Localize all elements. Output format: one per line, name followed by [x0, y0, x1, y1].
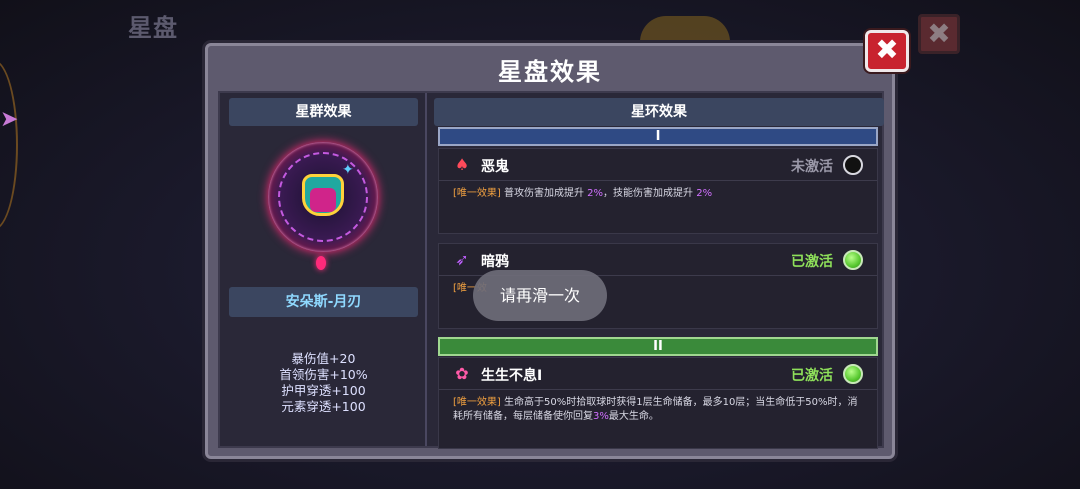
- effect-status: 已激活: [791, 254, 833, 270]
- tier-2-divider: II: [438, 337, 878, 356]
- emblem-gem: [310, 188, 336, 212]
- toast-message: 请再滑一次: [473, 270, 607, 321]
- unique-effect-tag: [唯一效果]: [453, 188, 501, 199]
- effect-card-header: ✿ 生生不息Ⅰ 已激活: [439, 358, 877, 390]
- effect-card-header: ♠ 恶鬼 未激活: [439, 149, 877, 181]
- inactive-status-icon: [843, 155, 863, 175]
- stat-element-penetration: 元素穿透+100: [281, 399, 366, 414]
- star-chart-emblem[interactable]: ✦: [264, 138, 384, 278]
- hero-name: 安朵斯-月刃: [229, 287, 418, 317]
- effect-status: 已激活: [791, 368, 833, 384]
- background-orbit-decoration: [0, 60, 18, 230]
- effect-description: [唯一效果] 生命高于50%时拾取球时获得1层生命储备，最多10层；当生命低于5…: [453, 396, 867, 424]
- crow-icon: ➶: [455, 250, 469, 269]
- side-arrow-icon[interactable]: ➤: [0, 100, 18, 140]
- effect-description: [唯一效果] 普攻伤害加成提升 2%，技能伤害加成提升 2%: [453, 187, 867, 201]
- background-sun-decoration: [640, 16, 730, 42]
- unique-effect-tag: [唯一效果]: [453, 397, 501, 408]
- dialog-title: 星盘效果: [498, 58, 602, 86]
- background-page-title: 星盘: [128, 14, 178, 42]
- emblem-pendant: [316, 256, 326, 270]
- effect-name: 生生不息Ⅰ: [481, 368, 543, 384]
- constellation-panel: 星群效果 ✦ 安朵斯-月刃 暴伤值+20 首领伤害+10% 护甲穿透+100 元…: [220, 93, 427, 446]
- constellation-effects-header: 星群效果: [229, 98, 418, 126]
- effect-text: ，技能伤害加成提升: [603, 188, 697, 199]
- active-status-icon: [843, 250, 863, 270]
- effect-value: 2%: [696, 188, 713, 199]
- effect-card-endless-life[interactable]: ✿ 生生不息Ⅰ 已激活 [唯一效果] 生命高于50%时拾取球时获得1层生命储备，…: [438, 357, 878, 449]
- active-status-icon: [843, 364, 863, 384]
- effect-text: 最大生命。: [608, 411, 659, 422]
- effect-text: 普攻伤害加成提升: [500, 188, 588, 199]
- effect-status: 未激活: [791, 159, 833, 175]
- effect-value: 3%: [593, 411, 609, 422]
- effect-value: 2%: [587, 188, 604, 199]
- star-icon: ✦: [342, 162, 354, 178]
- background-close-button: ✖: [918, 14, 960, 54]
- star-chart-effects-dialog: 星盘效果 ✖ 星群效果 ✦ 安朵斯-月刃 暴伤值+20 首领伤害+10% 护甲穿…: [205, 30, 909, 459]
- star-ring-effects-header: 星环效果: [434, 98, 884, 126]
- effect-name: 暗鸦: [481, 254, 509, 270]
- stat-boss-damage: 首领伤害+10%: [279, 367, 368, 382]
- stat-crit-damage: 暴伤值+20: [291, 351, 356, 366]
- effect-name: 恶鬼: [481, 159, 509, 175]
- tier-1-divider: I: [438, 127, 878, 146]
- stat-bonus-list: 暴伤值+20 首领伤害+10% 护甲穿透+100 元素穿透+100: [220, 351, 427, 415]
- effect-card-demon[interactable]: ♠ 恶鬼 未激活 [唯一效果] 普攻伤害加成提升 2%，技能伤害加成提升 2%: [438, 148, 878, 234]
- demon-crab-icon: ♠: [454, 155, 470, 174]
- flower-icon: ✿: [455, 364, 469, 383]
- stat-armor-penetration: 护甲穿透+100: [281, 383, 366, 398]
- close-button[interactable]: ✖: [865, 30, 909, 72]
